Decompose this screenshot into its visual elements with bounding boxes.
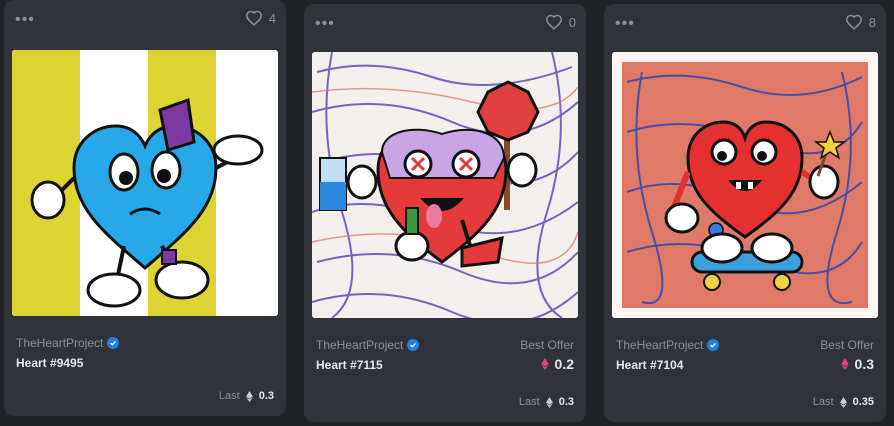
ethereum-icon — [840, 358, 849, 370]
nft-card-heart-9495[interactable]: ••• 4 TheHeartProject Heart #9495 Last 0… — [4, 0, 286, 416]
card-header: ••• 0 — [304, 4, 586, 48]
best-offer-price: 0.3 — [820, 356, 874, 372]
last-sale: Last 0.35 — [813, 396, 874, 408]
ethereum-icon — [540, 358, 549, 370]
card-header: ••• 8 — [604, 4, 886, 48]
nft-name[interactable]: Heart #9495 — [16, 356, 274, 370]
nft-card-heart-7115[interactable]: ••• 0 TheHeartProject Heart #7115 Best O… — [304, 4, 586, 422]
collection-name[interactable]: TheHeartProject — [16, 336, 103, 350]
best-offer-price: 0.2 — [520, 356, 574, 372]
last-label: Last — [518, 396, 540, 408]
collection-link[interactable]: TheHeartProject — [16, 336, 274, 350]
heart-outline-icon — [245, 10, 262, 26]
nft-image[interactable] — [612, 52, 878, 318]
ethereum-icon — [545, 396, 553, 408]
verified-badge-icon — [107, 337, 120, 349]
last-price: 0.35 — [852, 396, 874, 408]
like-button[interactable]: 4 — [245, 10, 276, 26]
last-sale: Last 0.3 — [519, 396, 574, 408]
like-count: 0 — [568, 14, 576, 30]
best-offer-label: Best Offer — [820, 338, 874, 352]
collection-name[interactable]: TheHeartProject — [316, 338, 403, 352]
best-offer-label: Best Offer — [520, 338, 574, 352]
heart-outline-icon — [545, 14, 562, 30]
ethereum-icon — [839, 396, 847, 408]
best-offer-value: 0.3 — [854, 356, 874, 372]
heart-outline-icon — [845, 14, 862, 30]
last-label: Last — [218, 390, 240, 402]
ethereum-icon — [245, 390, 253, 402]
verified-badge-icon — [707, 339, 720, 351]
last-label: Last — [812, 396, 834, 408]
nft-image[interactable] — [12, 50, 278, 316]
heart-character-artwork — [312, 52, 578, 318]
ellipsis-menu-icon[interactable]: ••• — [615, 16, 635, 32]
heart-character-artwork — [612, 52, 878, 318]
ellipsis-menu-icon[interactable]: ••• — [15, 12, 35, 28]
like-count: 8 — [868, 14, 876, 30]
card-header: ••• 4 — [4, 0, 286, 44]
like-button[interactable]: 0 — [545, 14, 576, 30]
collection-name[interactable]: TheHeartProject — [616, 338, 703, 352]
verified-badge-icon — [407, 339, 420, 351]
nft-card-heart-7104[interactable]: ••• 8 TheHeartProject Heart #7104 Best O… — [604, 4, 886, 422]
last-sale: Last 0.3 — [219, 390, 274, 402]
best-offer: Best Offer 0.3 — [820, 338, 874, 372]
heart-character-artwork — [12, 50, 278, 316]
best-offer-value: 0.2 — [554, 356, 574, 372]
like-button[interactable]: 8 — [845, 14, 876, 30]
last-price: 0.3 — [258, 390, 274, 402]
best-offer: Best Offer 0.2 — [520, 338, 574, 372]
nft-image[interactable] — [312, 52, 578, 318]
ellipsis-menu-icon[interactable]: ••• — [315, 16, 335, 32]
card-info: TheHeartProject Heart #9495 — [16, 336, 274, 370]
like-count: 4 — [268, 10, 276, 26]
last-price: 0.3 — [558, 396, 574, 408]
